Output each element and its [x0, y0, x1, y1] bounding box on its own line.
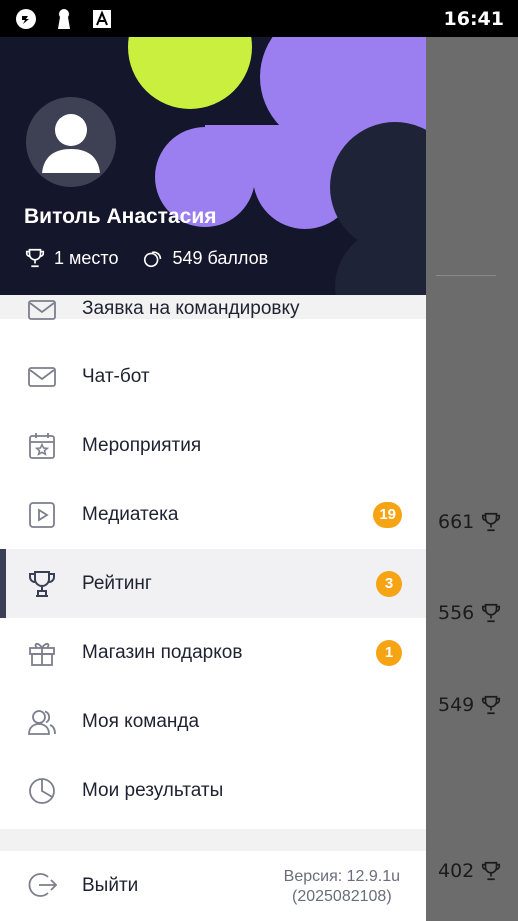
notification-badge: 1	[376, 639, 402, 666]
version-number: Версия: 12.9.1u	[283, 868, 400, 885]
profile-header: Витоль Анастасия 1 место 549 баллов	[0, 37, 426, 295]
notification-badge: 19	[373, 501, 402, 528]
section-separator	[0, 829, 426, 851]
trophy-icon	[26, 568, 58, 600]
menu-item-my-team[interactable]: Моя команда	[0, 687, 426, 756]
logout-button[interactable]: Выйти	[82, 875, 138, 897]
coins-icon	[144, 251, 162, 268]
menu-item-media-library[interactable]: Медиатека 19	[0, 480, 426, 549]
app-version: Версия: 12.9.1u (2025082108)	[284, 867, 400, 907]
logout-icon[interactable]	[26, 869, 58, 901]
score-value: 661	[438, 511, 475, 533]
menu-item-label: Рейтинг	[82, 572, 152, 594]
sync-icon	[14, 8, 38, 30]
pie-chart-icon	[26, 775, 58, 807]
menu-item-label: Заявка на командировку	[82, 298, 300, 319]
menu-item-label: Магазин подарков	[82, 641, 243, 663]
menu-item-label: Медиатека	[82, 503, 179, 525]
people-icon	[26, 706, 58, 738]
menu-item-gift-shop[interactable]: Магазин подарков 1	[0, 618, 426, 687]
menu-item-label: Чат-бот	[82, 365, 150, 387]
calendar-star-icon	[26, 430, 58, 462]
points-label: 549 баллов	[172, 247, 269, 268]
place-stat: 1 место	[24, 247, 118, 269]
drawer-footer: Выйти Версия: 12.9.1u (2025082108)	[0, 851, 426, 921]
status-bar: 16:41	[0, 0, 518, 37]
background-score-row: 556	[438, 602, 502, 624]
user-stats: 1 место 549 баллов	[24, 247, 268, 269]
font-a-icon	[90, 8, 114, 30]
envelope-icon	[26, 361, 58, 393]
background-score-row: 402	[438, 860, 502, 882]
menu-item-business-trip[interactable]: Заявка на командировку	[0, 296, 426, 342]
points-stat: 549 баллов	[142, 247, 268, 269]
play-icon	[26, 499, 58, 531]
navigation-drawer: Витоль Анастасия 1 место 549 баллов Заяв…	[0, 37, 426, 921]
score-value: 402	[438, 860, 475, 882]
notification-badge: 3	[376, 570, 402, 597]
clock: 16:41	[443, 8, 504, 30]
score-value: 556	[438, 602, 475, 624]
menu-item-events[interactable]: Мероприятия	[0, 411, 426, 480]
menu-item-my-results[interactable]: Мои результаты	[0, 756, 426, 825]
background-score-row: 549	[438, 694, 502, 716]
envelope-icon	[26, 294, 58, 326]
place-label: 1 место	[54, 247, 119, 268]
background-divider	[436, 275, 496, 276]
gift-icon	[26, 637, 58, 669]
menu-item-rating[interactable]: Рейтинг 3	[0, 549, 426, 618]
score-value: 549	[438, 694, 475, 716]
trophy-icon	[482, 603, 501, 623]
trophy-icon	[25, 248, 45, 268]
user-name: Витоль Анастасия	[24, 205, 217, 228]
user-silhouette-icon	[42, 114, 100, 173]
trophy-icon	[482, 512, 501, 532]
trophy-icon	[482, 695, 501, 715]
menu-item-label: Мои результаты	[82, 779, 224, 801]
menu-item-label: Мероприятия	[82, 434, 202, 456]
background-score-row: 661	[438, 511, 502, 533]
trophy-icon	[482, 861, 501, 881]
menu-item-chat-bot[interactable]: Чат-бот	[0, 342, 426, 411]
keyhole-icon	[52, 8, 76, 30]
drawer-menu: Заявка на командировку Чат-бот Мероприят…	[0, 298, 426, 825]
menu-item-label: Моя команда	[82, 710, 200, 732]
version-build: (2025082108)	[292, 888, 392, 905]
avatar[interactable]	[26, 97, 116, 187]
